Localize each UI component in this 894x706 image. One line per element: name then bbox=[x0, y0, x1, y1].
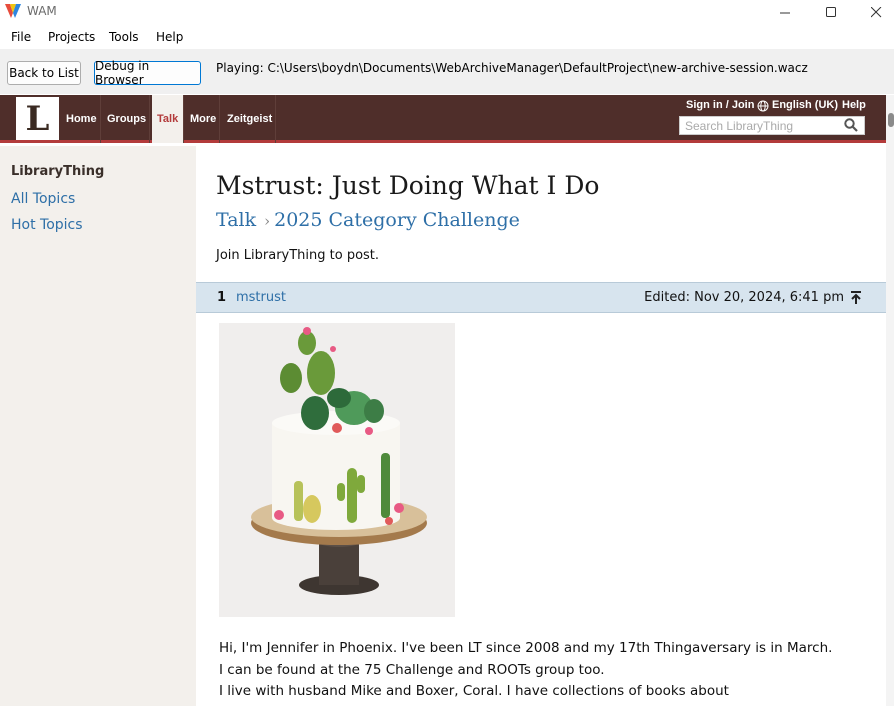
post-author-link[interactable]: mstrust bbox=[236, 290, 286, 305]
debug-in-browser-button[interactable]: Debug in Browser bbox=[94, 59, 201, 87]
close-button[interactable] bbox=[853, 0, 894, 24]
sidebar-link-hot-topics[interactable]: Hot Topics bbox=[11, 217, 83, 233]
back-to-list-button[interactable]: Back to List bbox=[7, 61, 81, 85]
breadcrumb-talk[interactable]: Talk bbox=[216, 209, 256, 231]
maximize-icon bbox=[825, 6, 836, 17]
nav-more[interactable]: More bbox=[187, 95, 221, 143]
page-scrollbar[interactable] bbox=[886, 95, 894, 706]
post-number: 1 bbox=[217, 290, 227, 305]
breadcrumb: Talk › 2025 Category Challenge bbox=[216, 209, 520, 231]
post-text-line-3: I live with husband Mike and Boxer, Cora… bbox=[219, 683, 729, 699]
cactus-cake-photo bbox=[219, 323, 455, 617]
menu-help[interactable]: Help bbox=[156, 30, 183, 44]
help-link[interactable]: Help bbox=[842, 99, 866, 111]
breadcrumb-group[interactable]: 2025 Category Challenge bbox=[274, 209, 520, 231]
topic-title: Mstrust: Just Doing What I Do bbox=[216, 171, 600, 200]
menu-projects[interactable]: Projects bbox=[48, 30, 95, 44]
main-content: Mstrust: Just Doing What I Do Talk › 2025 … bbox=[196, 146, 886, 706]
nav-zeitgeist[interactable]: Zeitgeist bbox=[224, 95, 277, 143]
post-edited-date: Edited: Nov 20, 2024, 6:41 pm bbox=[644, 290, 844, 305]
search-input[interactable]: Search LibraryThing bbox=[679, 116, 865, 135]
window-titlebar: WAM bbox=[0, 0, 894, 24]
wam-logo-icon bbox=[5, 4, 21, 18]
toolbar: Back to List Debug in Browser Playing: C… bbox=[0, 50, 894, 94]
menu-file[interactable]: File bbox=[11, 30, 31, 44]
chevron-right-icon: › bbox=[264, 212, 271, 230]
sidebar-link-all-topics[interactable]: All Topics bbox=[11, 191, 75, 207]
language-selector[interactable]: English (UK) bbox=[772, 99, 838, 111]
close-icon bbox=[870, 6, 881, 17]
search-placeholder: Search LibraryThing bbox=[685, 119, 794, 133]
playing-path: Playing: C:\Users\boydn\Documents\WebArc… bbox=[216, 61, 808, 75]
minimize-button[interactable] bbox=[762, 0, 808, 24]
join-prompt: Join LibraryThing to post. bbox=[216, 248, 380, 263]
scrollbar-thumb[interactable] bbox=[888, 113, 894, 127]
nav-groups[interactable]: Groups bbox=[104, 95, 151, 143]
post-text-line-1: Hi, I'm Jennifer in Phoenix. I've been L… bbox=[219, 640, 833, 656]
left-sidebar: LibraryThing All Topics Hot Topics bbox=[0, 146, 196, 706]
librarything-header: L Home Groups Talk More Zeitgeist Sign i… bbox=[0, 95, 886, 143]
post-header: 1 mstrust Edited: Nov 20, 2024, 6:41 pm bbox=[196, 282, 886, 313]
maximize-button[interactable] bbox=[808, 0, 854, 24]
sign-in-link[interactable]: Sign in / Join bbox=[686, 99, 754, 111]
minimize-icon bbox=[779, 12, 790, 13]
menu-bar: File Projects Tools Help bbox=[0, 24, 894, 50]
sidebar-heading: LibraryThing bbox=[11, 164, 105, 179]
librarything-logo[interactable]: L bbox=[16, 97, 59, 140]
cake-illustration bbox=[219, 323, 455, 617]
window-title: WAM bbox=[27, 4, 57, 18]
nav-home[interactable]: Home bbox=[63, 95, 101, 143]
globe-icon bbox=[757, 100, 769, 112]
post-text-line-2: I can be found at the 75 Challenge and R… bbox=[219, 662, 605, 678]
scroll-to-top-icon[interactable] bbox=[850, 291, 862, 305]
menu-tools[interactable]: Tools bbox=[109, 30, 139, 44]
nav-talk[interactable]: Talk bbox=[152, 95, 185, 143]
search-icon[interactable] bbox=[844, 118, 858, 132]
